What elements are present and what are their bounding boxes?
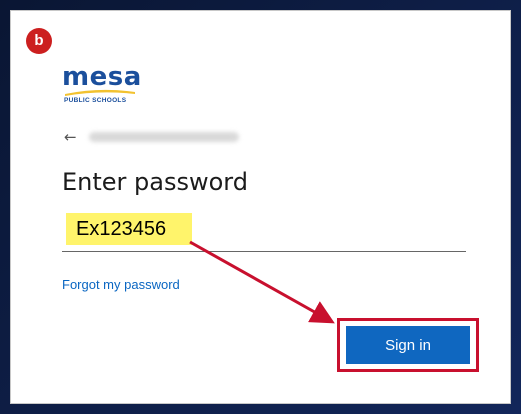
sign-in-button[interactable]: Sign in <box>346 326 470 364</box>
logo-subtitle: PUBLIC SCHOOLS <box>64 97 127 104</box>
logo-swoosh-icon <box>65 89 135 96</box>
redacted-email <box>88 132 239 142</box>
logo-wordmark: mesa <box>62 62 142 92</box>
page-title: Enter password <box>62 168 248 196</box>
password-underline <box>62 251 466 252</box>
step-badge: b <box>26 28 52 54</box>
screenshot-frame: b mesa PUBLIC SCHOOLS ← Enter password F… <box>0 0 521 414</box>
account-row: ← <box>64 126 239 148</box>
mesa-public-schools-logo: mesa PUBLIC SCHOOLS <box>62 64 142 106</box>
back-arrow-icon[interactable]: ← <box>64 128 77 146</box>
forgot-password-link[interactable]: Forgot my password <box>62 277 180 292</box>
password-field[interactable] <box>76 213 276 245</box>
